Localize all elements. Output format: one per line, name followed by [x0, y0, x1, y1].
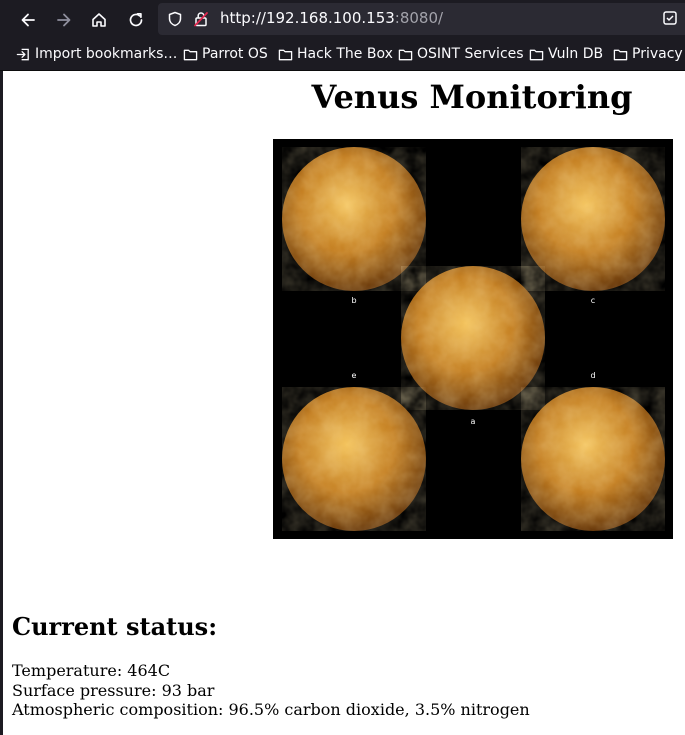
status-pressure: Surface pressure: 93 bar	[12, 681, 215, 700]
venus-globe-b	[282, 147, 426, 291]
browser-toolbar: http://192.168.100.153:8080/	[0, 0, 685, 38]
bookmark-import[interactable]: Import bookmarks…	[16, 44, 177, 64]
bookmark-folder-parrot-os[interactable]: Parrot OS	[183, 44, 268, 64]
shield-icon[interactable]	[167, 11, 183, 27]
bookmark-label: Hack The Box	[297, 46, 393, 62]
back-button[interactable]	[15, 7, 41, 33]
globe-label-e: e	[352, 371, 357, 380]
bookmark-label: Privacy a	[632, 46, 685, 62]
forward-arrow-icon	[57, 13, 71, 27]
bookmark-label: Import bookmarks…	[35, 46, 178, 62]
folder-icon	[183, 49, 198, 60]
status-atmosphere: Atmospheric composition: 96.5% carbon di…	[12, 700, 530, 719]
bookmark-label: OSINT Services	[417, 46, 524, 62]
venus-globe-d	[521, 387, 665, 531]
folder-icon	[529, 49, 544, 60]
home-button[interactable]	[86, 7, 112, 33]
bookmark-label: Parrot OS	[202, 46, 268, 62]
bookmark-label: Vuln DB	[548, 46, 604, 62]
page-action-icon[interactable]	[662, 10, 678, 26]
bookmarks-toolbar: Import bookmarks… Parrot OS Hack The Box…	[0, 38, 685, 71]
forward-button[interactable]	[51, 7, 77, 33]
url-host: http://192.168.100.153	[220, 9, 395, 27]
folder-icon	[613, 49, 628, 60]
venus-mosaic-image: b c a e d	[273, 139, 673, 539]
window-left-edge	[0, 71, 3, 735]
bookmark-folder-privacy[interactable]: Privacy a	[613, 44, 685, 64]
status-heading: Current status:	[12, 612, 218, 641]
venus-globe-a	[401, 266, 545, 410]
import-icon	[16, 48, 29, 60]
folder-icon	[398, 49, 413, 60]
status-temperature: Temperature: 464C	[12, 661, 171, 680]
bookmark-folder-vuln-db[interactable]: Vuln DB	[529, 44, 603, 64]
folder-icon	[278, 49, 293, 60]
globe-label-c: c	[591, 296, 595, 305]
back-arrow-icon	[21, 13, 35, 27]
url-text[interactable]: http://192.168.100.153:8080/	[220, 9, 443, 27]
insecure-lock-icon[interactable]	[193, 11, 209, 27]
address-bar[interactable]: http://192.168.100.153:8080/	[158, 3, 685, 35]
reload-button[interactable]	[123, 7, 149, 33]
globe-label-a: a	[471, 417, 476, 426]
reload-icon	[129, 12, 143, 27]
url-port: :8080/	[394, 9, 444, 27]
page-title: Venus Monitoring	[311, 78, 633, 116]
venus-globe-e	[282, 387, 426, 531]
globe-label-d: d	[590, 371, 595, 380]
bookmark-folder-osint-services[interactable]: OSINT Services	[398, 44, 524, 64]
globe-label-b: b	[351, 296, 356, 305]
bookmark-folder-hack-the-box[interactable]: Hack The Box	[278, 44, 393, 64]
home-icon	[92, 13, 106, 27]
venus-globe-c	[521, 147, 665, 291]
